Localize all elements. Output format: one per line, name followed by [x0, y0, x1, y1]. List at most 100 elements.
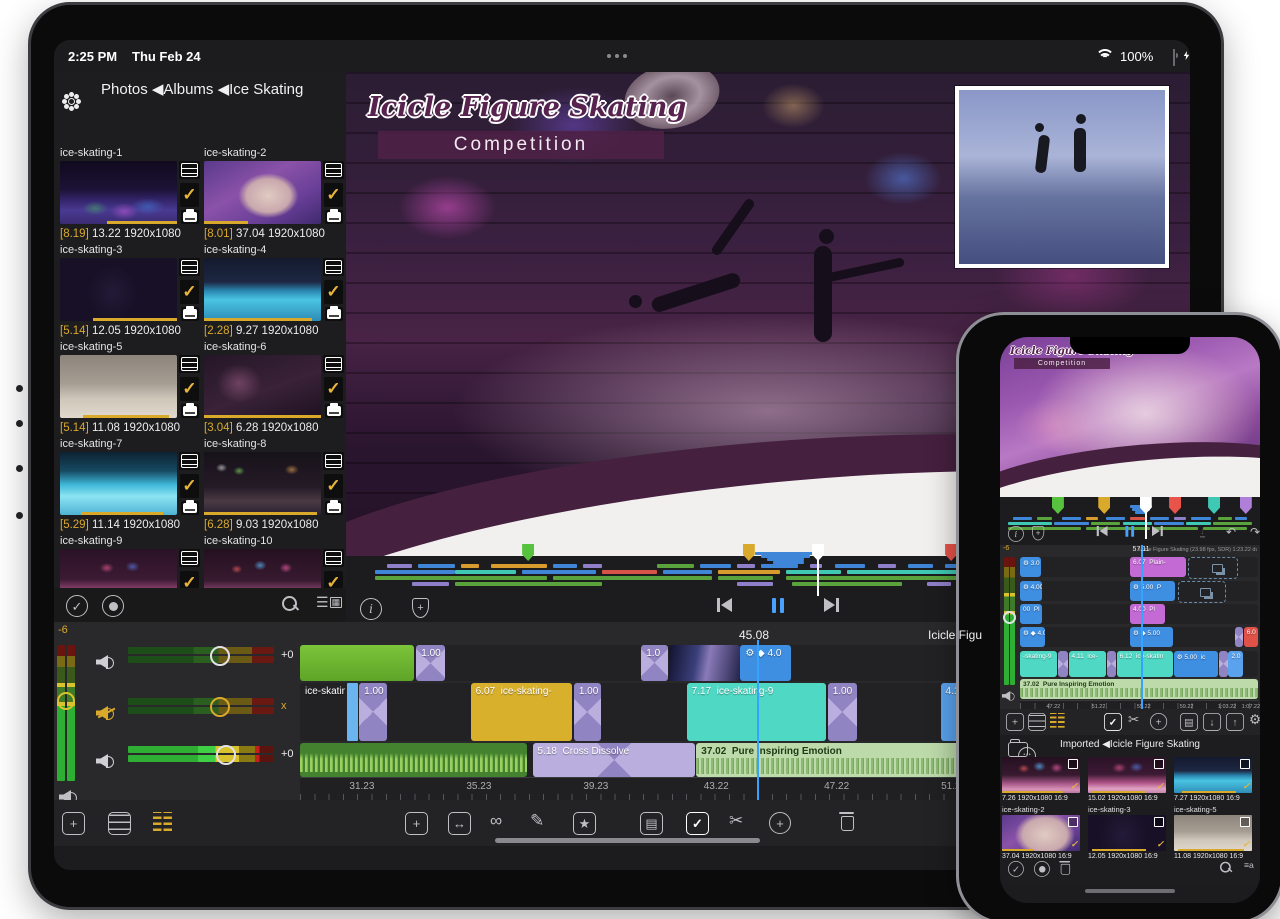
timeline-clip[interactable]: 6.07 ice-skating- [471, 683, 572, 741]
export-frame-button[interactable]: ↓ [1200, 526, 1205, 538]
timeline-ruler[interactable]: 31.2335.2339.2343.2247.2251.22 [300, 777, 988, 801]
master-speaker-icon[interactable] [1002, 691, 1015, 701]
timeline-overview[interactable] [375, 556, 988, 592]
overwrite-clip-icon[interactable]: ↔ [448, 812, 471, 835]
master-volume-knob[interactable] [57, 692, 75, 710]
clip-thumbnail[interactable]: ✓ [1002, 815, 1080, 851]
clip-thumbnail[interactable] [60, 161, 177, 224]
home-indicator[interactable] [1085, 889, 1175, 893]
clip-list-icon[interactable] [1028, 713, 1046, 731]
search-button[interactable] [282, 595, 297, 611]
timeline-clip[interactable]: 6.12 ice-skatin [1117, 651, 1174, 677]
split-clip-icon[interactable]: ✂ [1128, 713, 1139, 726]
playhead[interactable] [1141, 545, 1143, 709]
timeline-clip[interactable]: 37.02 Pure Inspiring Emotion [1020, 679, 1258, 699]
library-item[interactable]: ice-skating-2✓[8.01] 37.04 1920x1080 [204, 147, 344, 160]
timeline-clip[interactable] [1219, 651, 1228, 677]
add-to-timeline-icon[interactable]: + [62, 812, 85, 835]
add-icon[interactable]: + [769, 812, 791, 834]
select-checkbox[interactable] [1068, 817, 1078, 827]
sort-alpha-button[interactable]: ≡a [1244, 861, 1254, 870]
sort-list-button[interactable]: ☰▦ [316, 595, 342, 609]
link-clips-icon[interactable]: ∞ [490, 812, 502, 829]
library-item[interactable]: ice-skating-4✓[2.28] 9.27 1920x1080 [204, 244, 344, 257]
clip-thumbnail[interactable] [204, 355, 321, 418]
track-mute-button[interactable] [96, 706, 114, 720]
add-marker-button[interactable]: + [412, 598, 429, 618]
library-item[interactable]: ice-skating-1✓[8.19] 13.22 1920x1080 [60, 147, 200, 160]
paste-icon[interactable]: ▤ [640, 812, 663, 835]
marker-flag-icon[interactable] [1098, 497, 1110, 514]
clip-thumbnail[interactable]: ✓ [1088, 815, 1166, 851]
skip-forward-button[interactable] [824, 598, 840, 612]
clip-thumbnail[interactable] [204, 452, 321, 515]
library-item[interactable]: ice-skating-5✓[5.14] 11.08 1920x1080 [60, 341, 200, 354]
marker-flag-icon[interactable] [1052, 497, 1064, 514]
track-volume-knob[interactable] [216, 745, 236, 765]
info-button[interactable]: i [360, 598, 382, 620]
timeline-clip[interactable] [1107, 651, 1116, 677]
marker-flag-icon[interactable] [1169, 497, 1181, 514]
clip-thumbnail[interactable] [60, 355, 177, 418]
clip-thumbnail[interactable] [204, 258, 321, 321]
clip-thumbnail[interactable]: ✓ [1088, 757, 1166, 793]
select-checkbox[interactable] [1154, 759, 1164, 769]
timeline-clip[interactable]: 1.0 [641, 645, 668, 681]
timeline-clip[interactable] [1178, 581, 1226, 603]
paste-icon[interactable]: ▤ [1180, 713, 1198, 731]
library-item[interactable]: ice-skating-3✓[5.14] 12.05 1920x1080 [60, 244, 200, 257]
record-voiceover-button[interactable] [102, 595, 124, 617]
timeline-clip[interactable]: 1.00 [359, 683, 387, 741]
timeline-clip[interactable] [669, 645, 740, 681]
record-voiceover-button[interactable] [1034, 861, 1050, 877]
playhead[interactable] [757, 640, 759, 800]
timeline-clip[interactable]: 4.11 ice- [1069, 651, 1107, 677]
timeline-clip[interactable]: 5.18 Cross Dissolve [533, 743, 695, 777]
clip-thumbnail[interactable]: ✓ [1002, 757, 1080, 793]
add-icon[interactable]: + [1150, 713, 1167, 730]
clip-list-icon[interactable] [108, 812, 131, 835]
timeline-clip[interactable] [857, 683, 939, 741]
library-item[interactable]: ice-skating-10✓ [204, 535, 344, 548]
effects-preset-icon[interactable]: ★ [573, 812, 596, 835]
delete-icon[interactable] [840, 812, 854, 830]
share-icon[interactable]: ↑ [1226, 713, 1244, 731]
timeline-clip[interactable]: ⚙ ◆ 5.00 [1130, 627, 1173, 647]
timeline-clip[interactable]: -skating-9 [1020, 651, 1057, 677]
insert-clip-icon[interactable]: + [405, 812, 428, 835]
split-clip-icon[interactable]: ✂ [729, 812, 743, 829]
marker-flag-icon[interactable] [743, 544, 755, 561]
undo-button[interactable]: ↶ [1226, 526, 1236, 538]
select-checkbox[interactable] [1154, 817, 1164, 827]
skip-back-button[interactable] [1096, 526, 1107, 536]
timeline-clip[interactable] [388, 683, 470, 741]
picture-in-picture[interactable] [955, 86, 1169, 268]
library-breadcrumb[interactable]: Photos ◀Albums ◀Ice Skating [101, 80, 303, 98]
marker-flag-icon[interactable] [1208, 497, 1220, 514]
select-mode-button[interactable]: ✓ [1008, 861, 1024, 877]
clip-thumbnail[interactable] [60, 452, 177, 515]
track-volume-knob[interactable] [210, 697, 230, 717]
track-volume-knob[interactable] [210, 646, 230, 666]
redo-button[interactable]: ↷ [1250, 526, 1260, 538]
marker-flag-icon[interactable] [1240, 497, 1252, 514]
skip-back-button[interactable] [716, 598, 732, 612]
imported-item[interactable]: ice-skating-5✓11.08 1920x1080 16:9 [1174, 805, 1256, 814]
track-layout-icon[interactable] [153, 812, 172, 831]
imported-item[interactable]: ice-skating-2✓37.04 1920x1080 16:9 [1002, 805, 1084, 814]
timeline-clip[interactable]: ⚙ ◆ 4.0 [1020, 627, 1045, 647]
marker-flag-icon[interactable] [522, 544, 534, 561]
delete-icon[interactable] [1060, 861, 1070, 874]
select-checkbox[interactable] [1068, 759, 1078, 769]
library-item[interactable]: ice-skating-6✓[3.04] 6.28 1920x1080 [204, 341, 344, 354]
settings-help-icon[interactable]: ⚙ [1249, 713, 1260, 726]
timeline-clip[interactable]: ⚙ 4.00 [1020, 581, 1042, 601]
timeline-clip[interactable]: 1.00 [416, 645, 445, 681]
library-item[interactable]: ice-skating-9✓ [60, 535, 200, 548]
timeline-clip[interactable]: 6.07 Plain- [1130, 557, 1186, 577]
add-marker-button[interactable]: + [1032, 526, 1044, 540]
timeline-clip[interactable]: ⚙ 5.00 ic [1174, 651, 1219, 677]
timeline-clip[interactable]: 6.0 [1244, 627, 1258, 647]
timeline-clip[interactable]: 4.00 Pl [1130, 604, 1165, 624]
select-icon[interactable]: ✓ [1104, 713, 1122, 731]
